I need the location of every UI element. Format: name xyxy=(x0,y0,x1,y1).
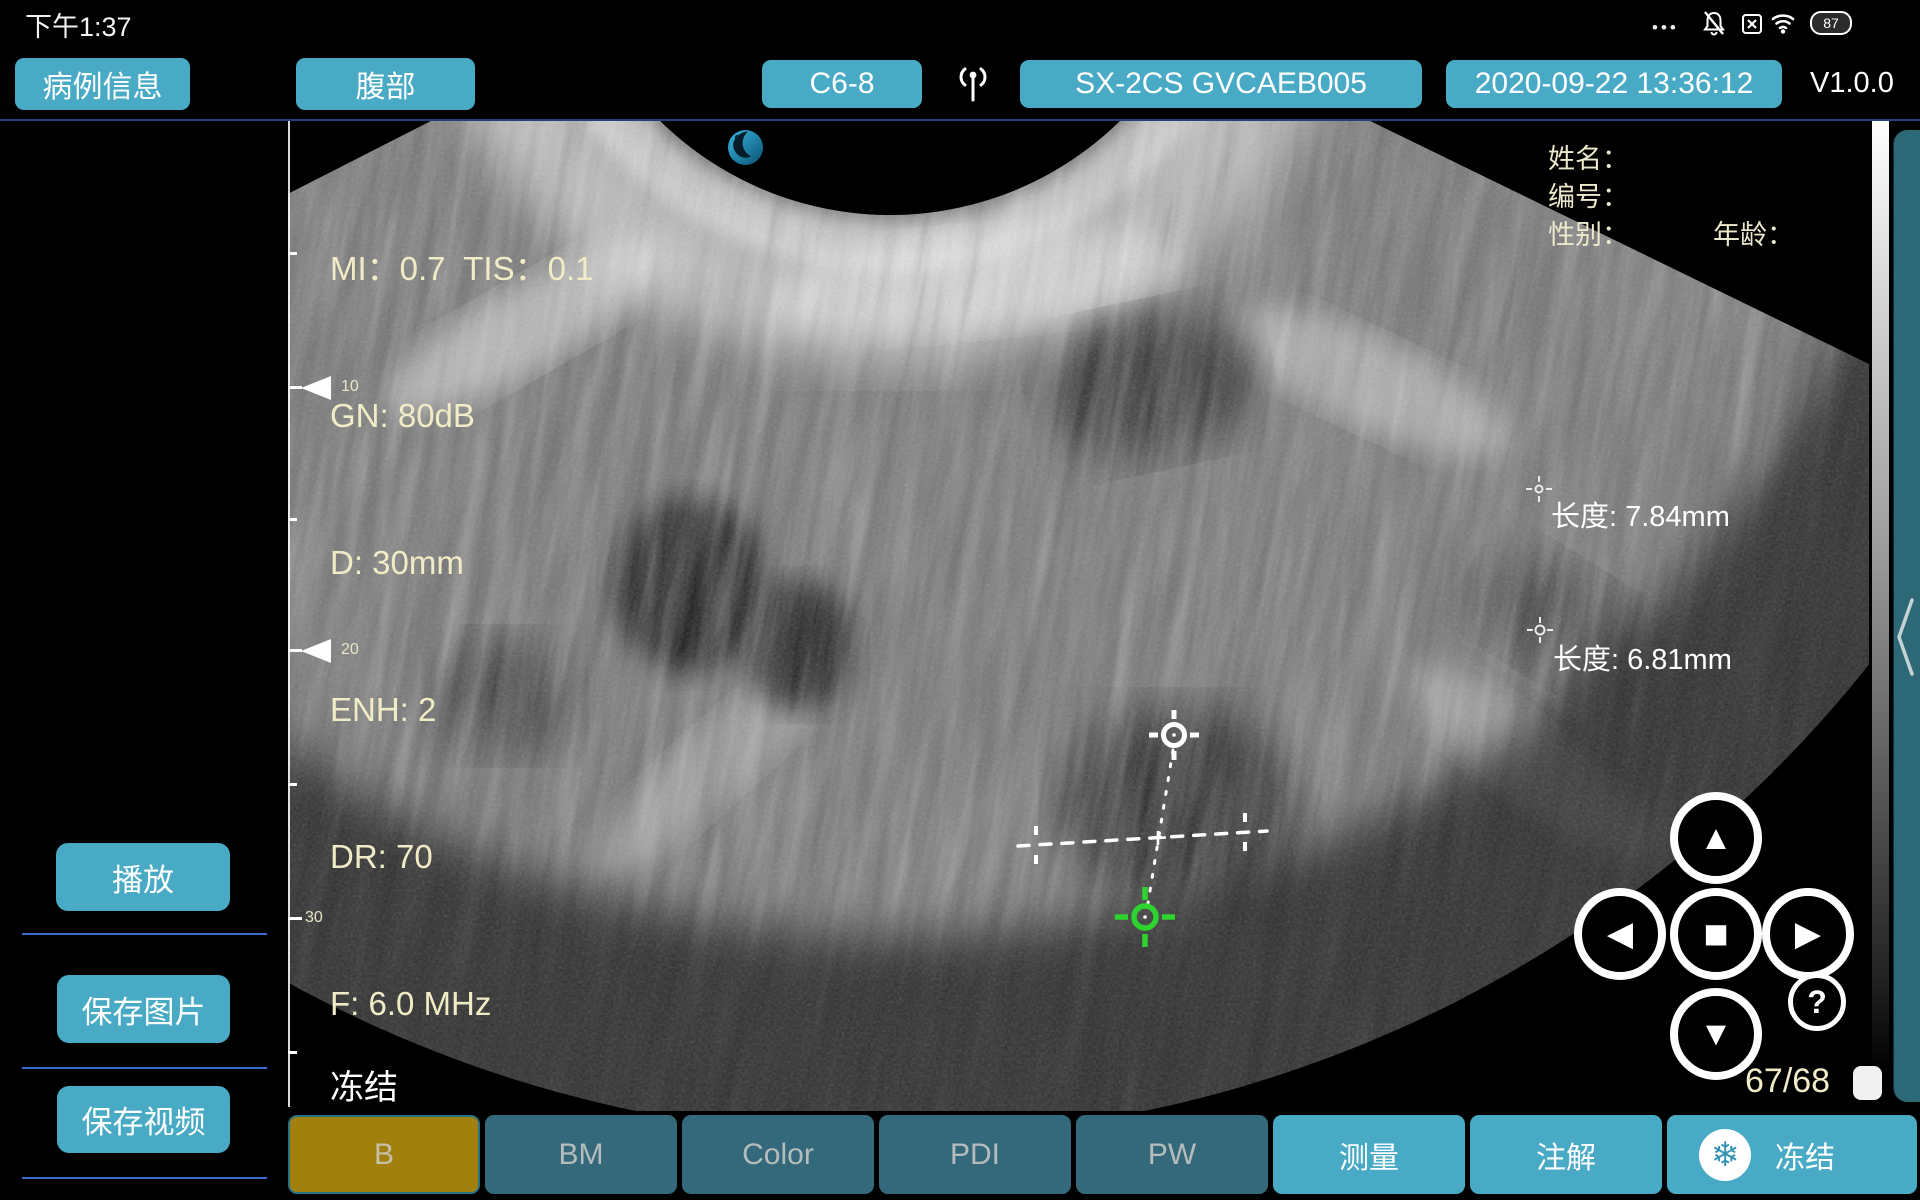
freeze-button-label: 冻结 xyxy=(1775,1133,1835,1177)
tab-measure-label: 测量 xyxy=(1339,1133,1399,1177)
freeze-status-text: 冻结 xyxy=(330,1060,398,1109)
param-enhance: ENH: 2 xyxy=(330,685,593,734)
probe-label: C6-8 xyxy=(809,67,874,101)
ruler-tick xyxy=(288,649,302,652)
tab-pdi-mode[interactable]: PDI xyxy=(879,1115,1071,1194)
ruler-tick xyxy=(288,252,297,255)
grayscale-bar xyxy=(1872,121,1889,1073)
patient-name-label: 姓名： xyxy=(1548,140,1629,178)
battery-percent: 87 xyxy=(1823,15,1839,31)
acquisition-params: MI：0.7 TIS：0.1 GN: 80dB D: 30mm ENH: 2 D… xyxy=(330,146,593,1126)
datetime-label: 2020-09-22 13:36:12 xyxy=(1475,67,1754,101)
play-button[interactable]: 播放 xyxy=(56,843,230,911)
measurement-2-label: 长度: 6.81mm xyxy=(1553,636,1732,678)
datetime-button[interactable]: 2020-09-22 13:36:12 xyxy=(1446,60,1782,108)
wifi-icon xyxy=(1770,11,1798,40)
save-video-label: 保存视频 xyxy=(82,1097,206,1142)
sidebar-divider xyxy=(22,933,267,935)
brand-logo-icon xyxy=(727,129,764,171)
tab-pw-label: PW xyxy=(1148,1138,1196,1172)
frame-counter: 67/68 xyxy=(1745,1062,1830,1101)
ruler-marker-triangle xyxy=(301,376,331,400)
tab-pw-mode[interactable]: PW xyxy=(1076,1115,1268,1194)
app-version: V1.0.0 xyxy=(1810,67,1894,100)
caliper-line-horizontal xyxy=(1018,813,1267,864)
sidebar-divider xyxy=(22,1177,267,1179)
patient-id-label: 编号： xyxy=(1548,178,1629,216)
play-label: 播放 xyxy=(112,855,174,900)
dpad-up-button[interactable]: ▲ xyxy=(1670,792,1762,884)
tab-b-label: B xyxy=(374,1138,394,1172)
param-mi-tis: MI：0.7 TIS：0.1 xyxy=(330,244,593,293)
probe-button[interactable]: C6-8 xyxy=(762,60,922,108)
tab-bm-label: BM xyxy=(559,1138,604,1172)
wireless-probe-icon xyxy=(955,60,991,111)
dpad-right-button[interactable]: ▶ xyxy=(1762,888,1854,980)
ultrasound-app-screen: 下午1:37 ••• 87 病例信息 腹部 C6-8 SX-2CS G xyxy=(0,0,1920,1200)
case-info-button[interactable]: 病例信息 xyxy=(15,58,190,110)
left-arrow-icon: ◀ xyxy=(1607,917,1633,951)
ruler-tick xyxy=(288,783,297,786)
measure-1-marker xyxy=(1526,476,1552,502)
measurement-1-label: 长度: 7.84mm xyxy=(1551,493,1730,535)
case-info-label: 病例信息 xyxy=(43,62,163,106)
param-frequency: F: 6.0 MHz xyxy=(330,979,593,1028)
battery-icon: 87 xyxy=(1810,11,1852,35)
snowflake-icon: ❄ xyxy=(1699,1129,1751,1181)
ruler-tick xyxy=(288,386,302,389)
tab-color-label: Color xyxy=(742,1138,814,1172)
grayscale-bar-handle[interactable] xyxy=(1853,1066,1882,1100)
dpad-center-button[interactable]: ■ xyxy=(1670,888,1762,980)
param-gain: GN: 80dB xyxy=(330,391,593,440)
save-video-button[interactable]: 保存视频 xyxy=(57,1086,230,1153)
tab-annotate-label: 注解 xyxy=(1536,1133,1596,1177)
preset-label: 腹部 xyxy=(356,62,416,106)
up-arrow-icon: ▲ xyxy=(1699,821,1733,855)
right-arrow-icon: ▶ xyxy=(1795,917,1821,951)
tab-b-mode[interactable]: B xyxy=(288,1115,480,1194)
ruler-marker-triangle xyxy=(301,639,331,663)
param-dynamic-range: DR: 70 xyxy=(330,832,593,881)
drawer-chevron-icon[interactable] xyxy=(1894,598,1918,681)
ruler-tick xyxy=(288,518,297,521)
measure-2-marker xyxy=(1527,617,1553,643)
down-arrow-icon: ▼ xyxy=(1699,1017,1733,1051)
patient-gender-label: 性别： xyxy=(1548,216,1629,254)
ruler-tick xyxy=(288,1051,297,1054)
tab-annotate[interactable]: 注解 xyxy=(1470,1115,1662,1194)
tab-bm-mode[interactable]: BM xyxy=(485,1115,677,1194)
sim-missing-icon xyxy=(1740,12,1764,41)
tab-pdi-label: PDI xyxy=(950,1138,1000,1172)
bell-muted-icon xyxy=(1702,10,1726,41)
save-image-button[interactable]: 保存图片 xyxy=(57,975,230,1043)
caliper-endpoint-white[interactable] xyxy=(1149,710,1199,760)
freeze-button[interactable]: ❄ 冻结 xyxy=(1667,1115,1917,1194)
sidebar-divider xyxy=(22,1067,267,1069)
question-mark-icon: ? xyxy=(1807,984,1827,1021)
device-id-button[interactable]: SX-2CS GVCAEB005 xyxy=(1020,60,1422,108)
param-depth: D: 30mm xyxy=(330,538,593,587)
caliper-line-vertical xyxy=(1148,750,1173,903)
tab-measure[interactable]: 测量 xyxy=(1273,1115,1465,1194)
more-notifications-icon: ••• xyxy=(1652,18,1679,38)
depth-ruler xyxy=(288,121,290,1107)
ruler-label-30: 30 xyxy=(305,909,323,927)
preset-button[interactable]: 腹部 xyxy=(296,58,475,110)
caliper-endpoint-green[interactable] xyxy=(1115,887,1175,947)
patient-age-label: 年龄： xyxy=(1713,216,1794,254)
stop-square-icon: ■ xyxy=(1703,913,1728,955)
help-button[interactable]: ? xyxy=(1788,973,1846,1031)
device-id-label: SX-2CS GVCAEB005 xyxy=(1075,67,1367,101)
dpad-left-button[interactable]: ◀ xyxy=(1574,888,1666,980)
tab-color-mode[interactable]: Color xyxy=(682,1115,874,1194)
ruler-tick xyxy=(288,917,302,920)
patient-info: 姓名： 编号： 性别： 年龄： xyxy=(1548,140,1629,254)
save-image-label: 保存图片 xyxy=(82,987,206,1032)
status-time: 下午1:37 xyxy=(25,5,132,44)
